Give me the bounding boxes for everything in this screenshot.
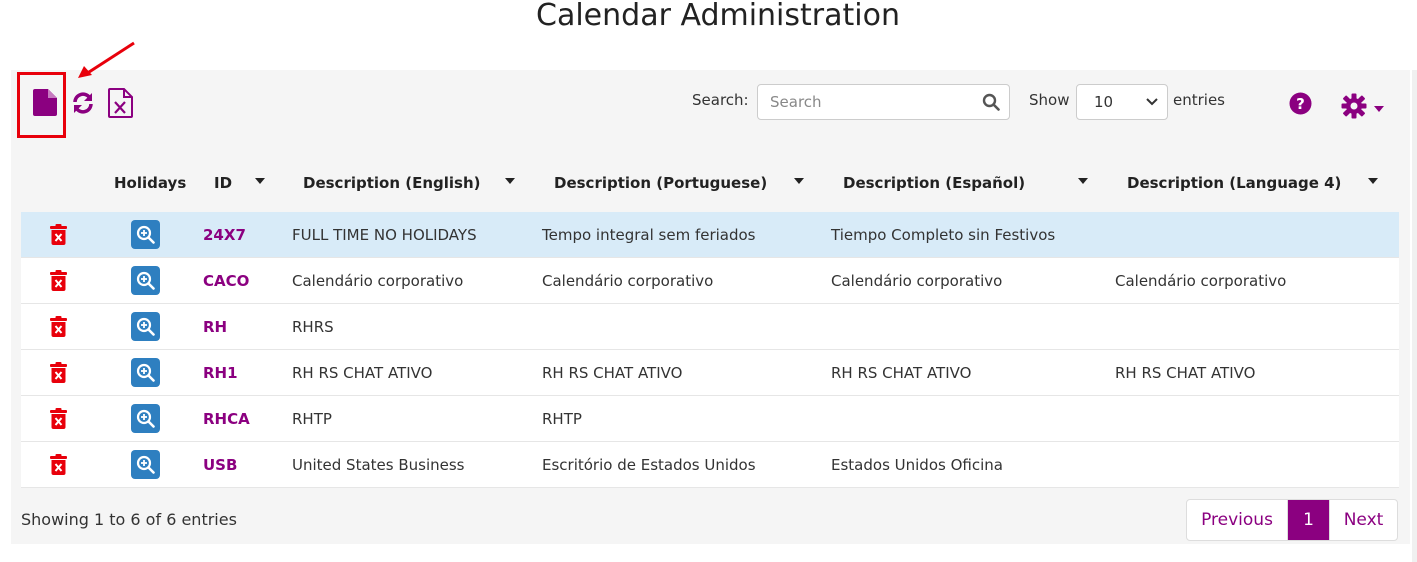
- description-english-cell: RHTP: [292, 410, 332, 428]
- refresh-icon: [73, 92, 93, 114]
- page-size-select[interactable]: 10: [1076, 84, 1168, 120]
- gear-icon[interactable]: [1341, 93, 1367, 119]
- next-page-button[interactable]: Next: [1329, 500, 1397, 540]
- view-holidays-button[interactable]: [131, 220, 160, 249]
- arrow-annotation: [78, 41, 135, 78]
- view-holidays-button[interactable]: [131, 358, 160, 387]
- table-row[interactable]: RH RHRS: [21, 304, 1399, 350]
- delete-icon[interactable]: [50, 408, 67, 429]
- page-size-value: 10: [1094, 93, 1114, 111]
- page-1-button[interactable]: 1: [1288, 500, 1329, 540]
- search-field[interactable]: [757, 84, 1010, 120]
- description-espanol-cell: RH RS CHAT ATIVO: [831, 364, 972, 382]
- description-portuguese-cell: Tempo integral sem feriados: [542, 226, 756, 244]
- page-title: Calendar Administration: [536, 0, 900, 33]
- description-english-cell: United States Business: [292, 456, 465, 474]
- export-excel-button[interactable]: [108, 88, 134, 118]
- view-holidays-button[interactable]: [131, 450, 160, 479]
- description-portuguese-cell: Escritório de Estados Unidos: [542, 456, 756, 474]
- zoom-in-icon: [136, 409, 155, 428]
- description-espanol-cell: Tiempo Completo sin Festivos: [831, 226, 1056, 244]
- description-english-cell: RH RS CHAT ATIVO: [292, 364, 433, 382]
- delete-icon[interactable]: [50, 224, 67, 245]
- search-input[interactable]: [758, 85, 968, 119]
- description-espanol-cell: Calendário corporativo: [831, 272, 1003, 290]
- view-holidays-button[interactable]: [131, 312, 160, 341]
- delete-icon[interactable]: [50, 362, 67, 383]
- zoom-in-icon: [136, 455, 155, 474]
- description-english-cell: FULL TIME NO HOLIDAYS: [292, 226, 477, 244]
- zoom-in-icon: [136, 225, 155, 244]
- view-holidays-button[interactable]: [131, 404, 160, 433]
- table-row[interactable]: CACO Calendário corporativo Calendário cor…: [21, 258, 1399, 304]
- description-portuguese-cell: RH RS CHAT ATIVO: [542, 364, 683, 382]
- description-language-4-cell: Calendário corporativo: [1115, 272, 1287, 290]
- scrollbar-track[interactable]: [1412, 70, 1417, 562]
- table-header: Holidays ID Description (English) Descri…: [21, 160, 1399, 212]
- description-language-4-cell: RH RS CHAT ATIVO: [1115, 364, 1256, 382]
- calendar-id-link[interactable]: RH: [203, 318, 227, 336]
- sort-icon[interactable]: [1368, 178, 1378, 184]
- description-portuguese-cell: RHTP: [542, 410, 582, 428]
- view-holidays-button[interactable]: [131, 266, 160, 295]
- sort-icon[interactable]: [505, 178, 515, 184]
- entries-label: entries: [1173, 91, 1225, 109]
- svg-text:?: ?: [1296, 95, 1305, 113]
- calendar-id-link[interactable]: RHCA: [203, 410, 250, 428]
- table-row[interactable]: USB United States Business Escritório de E…: [21, 442, 1399, 488]
- description-english-cell: RHRS: [292, 318, 334, 336]
- table-row[interactable]: 24X7 FULL TIME NO HOLIDAYS Tempo integral …: [21, 212, 1399, 258]
- previous-page-button[interactable]: Previous: [1187, 500, 1288, 540]
- calendar-id-link[interactable]: 24X7: [203, 226, 246, 244]
- description-portuguese-cell: Calendário corporativo: [542, 272, 714, 290]
- search-label: Search:: [692, 91, 749, 109]
- delete-icon[interactable]: [50, 316, 67, 337]
- delete-icon[interactable]: [50, 270, 67, 291]
- zoom-in-icon: [136, 271, 155, 290]
- sort-icon[interactable]: [794, 178, 804, 184]
- description-espanol-cell: Estados Unidos Oficina: [831, 456, 1003, 474]
- help-icon[interactable]: ?: [1289, 92, 1312, 115]
- zoom-in-icon: [136, 363, 155, 382]
- excel-export-icon: [108, 88, 133, 118]
- sort-icon[interactable]: [1078, 178, 1088, 184]
- highlight-annotation: [17, 72, 66, 138]
- calendar-id-link[interactable]: USB: [203, 456, 237, 474]
- calendar-id-link[interactable]: CACO: [203, 272, 249, 290]
- pagination: Previous 1 Next: [1186, 499, 1398, 541]
- caret-down-icon[interactable]: [1374, 106, 1384, 112]
- table-body: 24X7 FULL TIME NO HOLIDAYS Tempo integral …: [21, 212, 1399, 488]
- show-label: Show: [1029, 91, 1070, 109]
- chevron-down-icon: [1146, 98, 1158, 106]
- table-info: Showing 1 to 6 of 6 entries: [21, 510, 237, 529]
- column-header-id[interactable]: ID: [214, 174, 232, 192]
- search-icon[interactable]: [982, 93, 1000, 111]
- zoom-in-icon: [136, 317, 155, 336]
- sort-icon[interactable]: [255, 178, 265, 184]
- refresh-button[interactable]: [71, 91, 95, 115]
- column-header-holidays: Holidays: [114, 174, 187, 192]
- column-header-description-english[interactable]: Description (English): [303, 174, 481, 192]
- column-header-description-espanol[interactable]: Description (Español): [843, 174, 1025, 192]
- delete-icon[interactable]: [50, 454, 67, 475]
- calendar-id-link[interactable]: RH1: [203, 364, 238, 382]
- table-row[interactable]: RHCA RHTP RHTP: [21, 396, 1399, 442]
- table-row[interactable]: RH1 RH RS CHAT ATIVO RH RS CHAT ATIVO RH RS…: [21, 350, 1399, 396]
- column-header-description-language-4[interactable]: Description (Language 4): [1127, 174, 1341, 192]
- description-english-cell: Calendário corporativo: [292, 272, 464, 290]
- column-header-description-portuguese[interactable]: Description (Portuguese): [554, 174, 767, 192]
